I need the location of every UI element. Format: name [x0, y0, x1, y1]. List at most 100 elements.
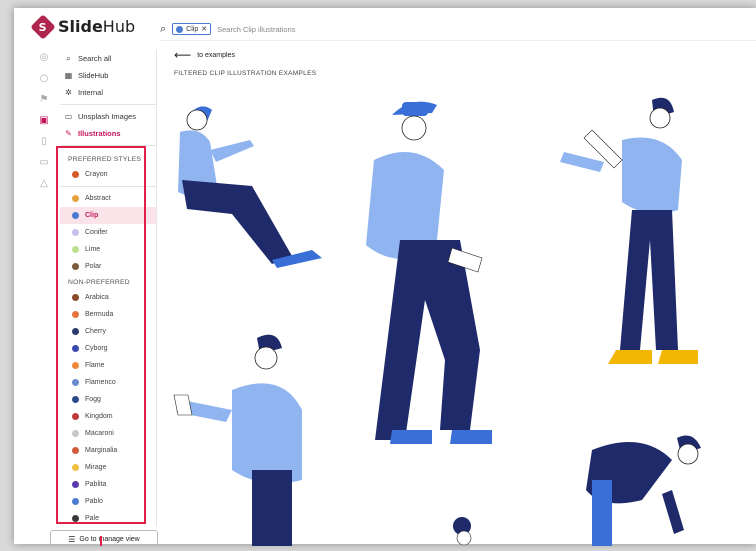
slidehub-logo[interactable]: S SlideHub: [30, 13, 136, 40]
flag-icon[interactable]: ⚑: [38, 94, 50, 106]
nav-illustrations[interactable]: ✎ Illustrations: [60, 125, 156, 142]
logo-text: SlideHub: [58, 17, 136, 36]
style-item-flame[interactable]: Flame: [60, 357, 156, 374]
lime-style-icon: [72, 246, 79, 253]
divider: [60, 104, 156, 105]
illustration-sitting[interactable]: [178, 106, 322, 268]
nav-search-all[interactable]: ⌕ Search all: [60, 50, 156, 67]
divider: [60, 145, 156, 146]
manage-view-button[interactable]: ☰ Go to manage view: [50, 530, 158, 544]
flame-style-icon: [72, 362, 79, 369]
warning-icon[interactable]: △: [38, 178, 50, 190]
marginalia-style-icon: [72, 447, 79, 454]
style-label: Pablo: [85, 498, 103, 505]
style-label: Abstract: [85, 195, 111, 202]
conifer-style-icon: [72, 229, 79, 236]
illustration-reaching-man[interactable]: [173, 334, 302, 546]
folder-icon[interactable]: ▭: [38, 157, 50, 169]
style-label: Pablita: [85, 481, 107, 488]
page-title: FILTERED CLIP ILLUSTRATION EXAMPLES: [174, 70, 317, 77]
nav-label: Internal: [78, 88, 104, 97]
style-item-fogg[interactable]: Fogg: [60, 391, 156, 408]
pablo-style-icon: [72, 498, 79, 505]
style-item-cherry[interactable]: Cherry: [60, 323, 156, 340]
style-item-lime[interactable]: Lime: [60, 241, 156, 258]
style-label: Arabica: [85, 294, 109, 301]
style-item-flamenco[interactable]: Flamenco: [60, 374, 156, 391]
nav-unsplash-images[interactable]: ▭ Unsplash Images: [60, 108, 156, 125]
bulb-icon[interactable]: ○: [38, 73, 50, 85]
close-icon[interactable]: ✕: [201, 25, 207, 33]
style-label: Polar: [85, 263, 102, 270]
style-item-arabica[interactable]: Arabica: [60, 289, 156, 306]
chip-label: Clip: [186, 25, 199, 33]
style-label: Macaroni: [85, 430, 114, 437]
style-item-bermuda[interactable]: Bermuda: [60, 306, 156, 323]
nav-label: SlideHub: [78, 71, 109, 80]
style-item-polar[interactable]: Polar: [60, 258, 156, 275]
pen-icon: ✎: [65, 129, 72, 138]
style-label: Kingdom: [85, 413, 113, 420]
nav-slidehub[interactable]: ▦ SlideHub: [60, 67, 156, 84]
preferred-styles-list: Crayon Abstract Clip Conifer Lime Polar: [60, 166, 156, 275]
manage-view-label: Go to manage view: [79, 535, 140, 543]
style-label: Cyborg: [85, 345, 108, 352]
illustration-bending-man[interactable]: [586, 435, 701, 546]
kingdom-style-icon: [72, 413, 79, 420]
layers-icon[interactable]: ◎: [38, 52, 50, 64]
search-bar: ⌕ Clip ✕ Search Clip illustrations: [160, 18, 756, 41]
document-icon[interactable]: ▯: [38, 136, 50, 148]
style-item-clip[interactable]: Clip: [60, 207, 156, 224]
style-item-mirage[interactable]: Mirage: [60, 459, 156, 476]
logo-mark-icon: S: [30, 13, 56, 40]
style-label: Mirage: [85, 464, 107, 471]
filter-chip-clip[interactable]: Clip ✕: [172, 23, 212, 35]
flamenco-style-icon: [72, 379, 79, 386]
illustration-gesture-man[interactable]: [560, 97, 698, 364]
pablita-style-icon: [72, 481, 79, 488]
back-link[interactable]: ⟵ to examples: [174, 48, 235, 62]
style-item-conifer[interactable]: Conifer: [60, 224, 156, 241]
clip-style-icon: [72, 212, 79, 219]
slides-icon: ▦: [64, 71, 73, 80]
cyborg-style-icon: [72, 345, 79, 352]
style-label: Crayon: [85, 171, 108, 178]
style-label: Flame: [85, 362, 105, 369]
illustration-gallery: [152, 80, 756, 546]
style-item-pablita[interactable]: Pablita: [60, 476, 156, 493]
macaroni-style-icon: [72, 430, 79, 437]
style-label: Cherry: [85, 328, 107, 335]
style-item-kingdom[interactable]: Kingdom: [60, 408, 156, 425]
gear-icon: ✲: [65, 88, 72, 97]
style-item-marginalia[interactable]: Marginalia: [60, 442, 156, 459]
search-icon: ⌕: [160, 22, 167, 35]
back-link-label: to examples: [197, 51, 235, 59]
style-item-pale[interactable]: Pale: [60, 510, 156, 527]
illustration-hat-man[interactable]: [366, 101, 492, 444]
style-item-crayon[interactable]: Crayon: [60, 166, 156, 183]
style-label: Marginalia: [85, 447, 118, 454]
annotation-pointer: [100, 536, 102, 546]
bermuda-style-icon: [72, 311, 79, 318]
mirage-style-icon: [72, 464, 79, 471]
style-item-abstract[interactable]: Abstract: [60, 190, 156, 207]
image-rail-icon[interactable]: ▣: [38, 115, 50, 127]
gallery-svg: [173, 97, 701, 546]
style-item-macaroni[interactable]: Macaroni: [60, 425, 156, 442]
pale-style-icon: [72, 515, 79, 522]
non-preferred-heading: NON-PREFERRED: [68, 279, 130, 286]
illustration-small-figure[interactable]: [453, 517, 472, 546]
style-item-cyborg[interactable]: Cyborg: [60, 340, 156, 357]
style-label: Pale: [85, 515, 100, 522]
clip-avatar-icon: [176, 25, 184, 33]
style-label: Flamenco: [85, 379, 116, 386]
search-input[interactable]: Search Clip illustrations: [217, 25, 295, 34]
nav-internal[interactable]: ✲ Internal: [60, 84, 156, 101]
style-item-pablo[interactable]: Pablo: [60, 493, 156, 510]
crayon-style-icon: [72, 171, 79, 178]
polar-style-icon: [72, 263, 79, 270]
style-label: Lime: [85, 246, 101, 253]
arrow-left-icon: ⟵: [174, 48, 192, 62]
style-label: Conifer: [85, 229, 108, 236]
sliders-icon: ☰: [68, 534, 76, 544]
